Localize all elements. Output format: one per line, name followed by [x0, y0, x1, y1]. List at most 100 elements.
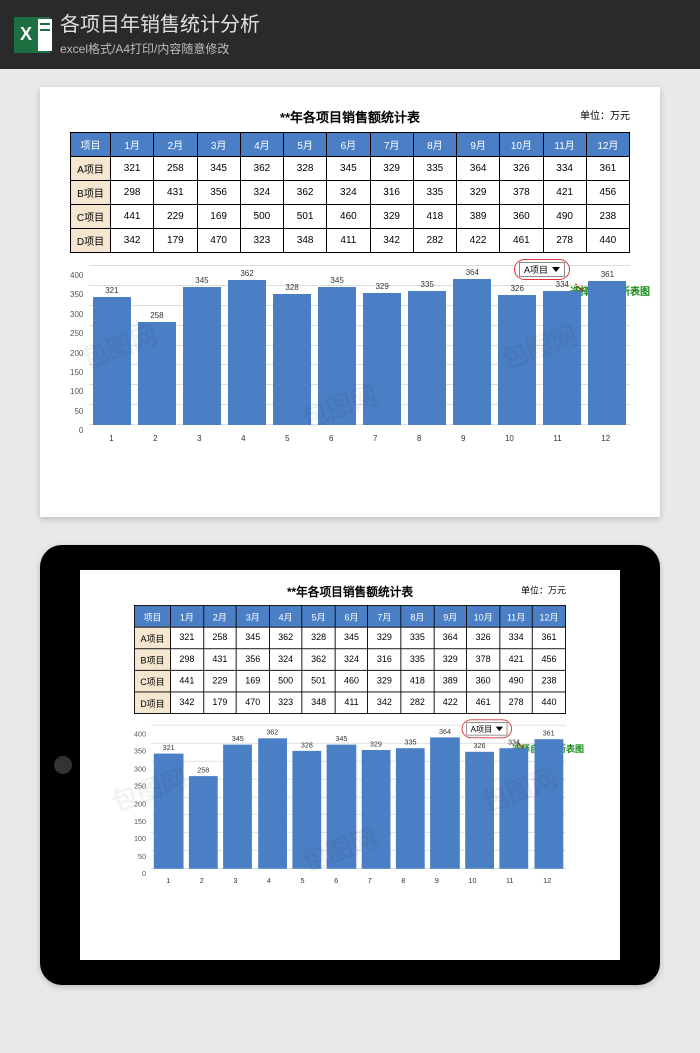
y-tick-label: 300 [134, 765, 146, 773]
bar-value-label: 258 [150, 311, 163, 320]
value-cell: 378 [467, 649, 500, 671]
bar-chart: 400350300250200150100500 321 258 345 362 328 3… [70, 265, 630, 441]
project-name-cell: D项目 [134, 692, 170, 714]
sales-table: 项目1月2月3月4月5月6月7月8月9月10月11月12月A项目32125834… [70, 132, 630, 253]
table-header-cell: 9月 [434, 606, 467, 628]
value-cell: 378 [500, 181, 543, 205]
value-cell: 329 [434, 649, 467, 671]
project-dropdown[interactable]: A项目 [519, 262, 565, 277]
value-cell: 362 [284, 181, 327, 205]
bar [273, 294, 311, 425]
table-row: B项目298431356324362324316335329378421456 [71, 181, 630, 205]
value-cell: 328 [284, 157, 327, 181]
value-cell: 334 [543, 157, 586, 181]
value-cell: 329 [370, 205, 413, 229]
bar-column: 345 [223, 735, 252, 869]
value-cell: 461 [500, 229, 543, 253]
bar-value-label: 326 [474, 742, 486, 750]
value-cell: 169 [197, 205, 240, 229]
value-cell: 360 [467, 670, 500, 692]
bar [465, 751, 494, 868]
bar [543, 291, 581, 425]
bar-column: 321 [93, 286, 131, 425]
table-header-cell: 9月 [457, 133, 500, 157]
bar-column: 321 [154, 743, 183, 868]
value-cell: 422 [457, 229, 500, 253]
bar-value-label: 321 [105, 286, 118, 295]
tablet-home-button[interactable] [54, 756, 72, 774]
bar-column: 361 [588, 270, 626, 425]
doc-title-row: **年各项目销售额统计表单位：万元 [134, 583, 566, 600]
value-cell: 348 [284, 229, 327, 253]
value-cell: 324 [327, 181, 370, 205]
project-name-cell: C项目 [71, 205, 111, 229]
bar-value-label: 361 [543, 729, 555, 737]
value-cell: 316 [370, 181, 413, 205]
value-cell: 348 [302, 692, 335, 714]
bar [189, 776, 218, 869]
bar [327, 745, 356, 869]
y-tick-label: 400 [134, 730, 146, 738]
x-tick-label: 12 [543, 877, 551, 885]
value-cell: 324 [240, 181, 283, 205]
project-dropdown[interactable]: A项目 [466, 722, 507, 736]
value-cell: 334 [500, 627, 533, 649]
value-cell: 364 [434, 627, 467, 649]
value-cell: 345 [197, 157, 240, 181]
value-cell: 362 [240, 157, 283, 181]
y-axis: 400350300250200150100500 [70, 265, 83, 435]
bar [154, 753, 183, 869]
dropdown-label: A项目 [471, 723, 493, 735]
table-header-cell: 6月 [327, 133, 370, 157]
bar-column: 362 [258, 729, 287, 869]
bar-chart: 4003503002502001501005003212583453623283… [134, 725, 566, 883]
x-tick-label: 10 [505, 434, 514, 443]
bar-value-label: 335 [404, 738, 416, 746]
table-row: D项目342179470323348411342282422461278440 [134, 692, 565, 714]
bar-column: 362 [228, 269, 266, 425]
bar-value-label: 328 [285, 283, 298, 292]
x-tick-label: 4 [267, 877, 271, 885]
bar-column: 329 [363, 282, 401, 425]
value-cell: 342 [170, 692, 203, 714]
value-cell: 278 [500, 692, 533, 714]
bar-column: 328 [273, 283, 311, 425]
value-cell: 323 [269, 692, 302, 714]
value-cell: 321 [111, 157, 154, 181]
value-cell: 490 [543, 205, 586, 229]
bar-column: 334 [543, 280, 581, 425]
bar [430, 738, 459, 869]
bar-column: 334 [500, 739, 529, 869]
bar-value-label: 362 [240, 269, 253, 278]
value-cell: 316 [368, 649, 401, 671]
value-cell: 345 [236, 627, 269, 649]
chart-holder: A项目↘选择自动更新表图4003503002502001501005003212… [70, 265, 630, 441]
bar [588, 281, 626, 425]
value-cell: 335 [401, 627, 434, 649]
table-row: A项目321258345362328345329335364326334361 [71, 157, 630, 181]
value-cell: 356 [197, 181, 240, 205]
value-cell: 418 [413, 205, 456, 229]
x-tick-label: 3 [197, 434, 201, 443]
preview-paper: **年各项目销售额统计表单位：万元项目1月2月3月4月5月6月7月8月9月10月… [40, 87, 660, 517]
project-name-cell: A项目 [134, 627, 170, 649]
x-tick-label: 1 [109, 434, 113, 443]
preview-tablet: **年各项目销售额统计表单位：万元项目1月2月3月4月5月6月7月8月9月10月… [40, 545, 660, 985]
value-cell: 500 [240, 205, 283, 229]
project-name-cell: C项目 [134, 670, 170, 692]
value-cell: 321 [170, 627, 203, 649]
value-cell: 421 [543, 181, 586, 205]
table-header-cell: 8月 [401, 606, 434, 628]
value-cell: 326 [467, 627, 500, 649]
bar [361, 750, 390, 868]
value-cell: 342 [111, 229, 154, 253]
x-tick-label: 8 [401, 877, 405, 885]
value-cell: 361 [533, 627, 566, 649]
bar-column: 326 [465, 742, 494, 869]
bar-column: 258 [189, 766, 218, 869]
table-header-cell: 3月 [197, 133, 240, 157]
bar-column: 345 [318, 276, 356, 425]
table-header-cell: 4月 [269, 606, 302, 628]
template-header: X 各项目年销售统计分析 excel格式/A4打印/内容随意修改 [0, 0, 700, 69]
page-subtitle: excel格式/A4打印/内容随意修改 [60, 40, 260, 57]
